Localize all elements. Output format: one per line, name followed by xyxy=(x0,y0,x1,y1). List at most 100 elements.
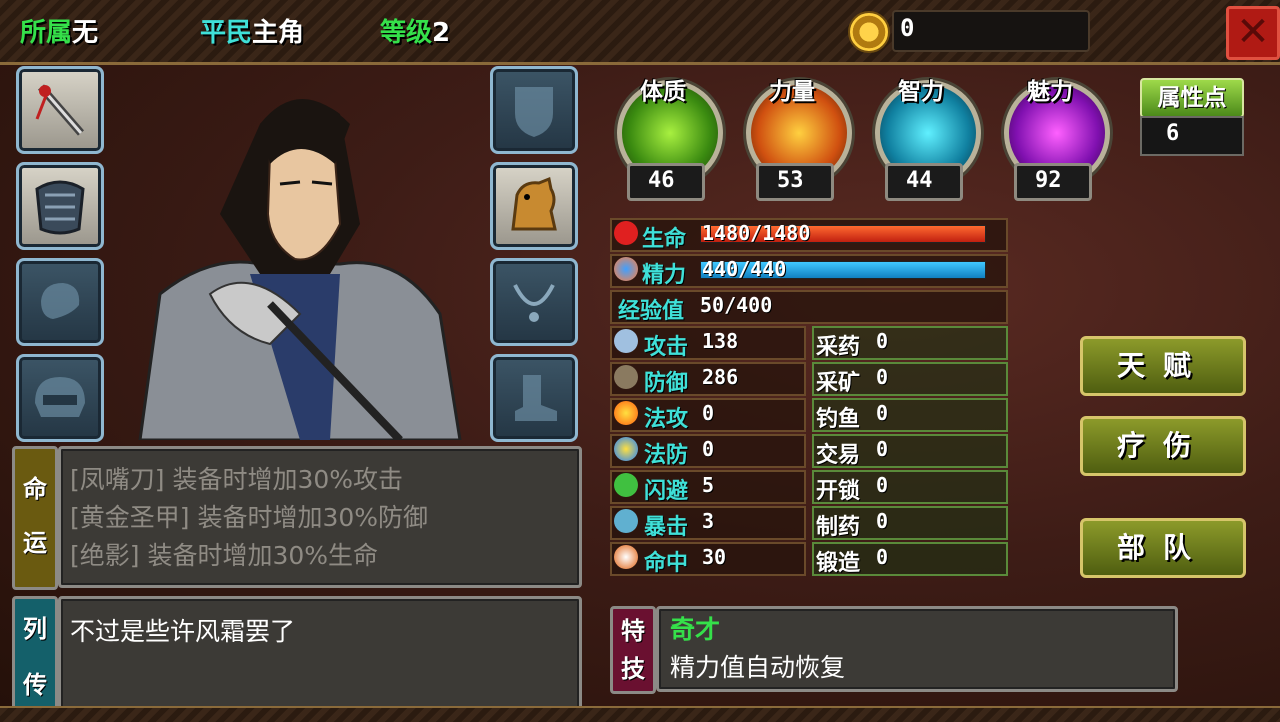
fate-line: [凤嘴刀] 装备时增加30%攻击 xyxy=(70,465,404,494)
fate-tag: 命 运 xyxy=(12,446,58,590)
forging-value: 0 xyxy=(876,545,889,569)
magic-attack-label: 法攻 xyxy=(644,407,689,432)
forging-label: 锻造 xyxy=(816,551,861,576)
alchemy-label: 制药 xyxy=(816,515,861,540)
level-label: 等级 xyxy=(380,18,433,48)
attack-value: 138 xyxy=(702,329,739,353)
hit-value: 30 xyxy=(702,545,727,569)
attribute-points-box xyxy=(1140,116,1244,156)
critical-icon xyxy=(614,509,638,533)
charm-label: 魅力 xyxy=(1027,79,1073,105)
fishing-label: 钓鱼 xyxy=(816,407,861,432)
lockpicking-value: 0 xyxy=(876,473,889,497)
mp-label: 精力 xyxy=(642,263,687,288)
biography-tag-char-1: 列 xyxy=(23,615,47,643)
biography-tag-char-2: 传 xyxy=(23,671,47,699)
attack-icon xyxy=(614,329,638,353)
boot-icon xyxy=(515,375,557,421)
fate-tag-char-2: 运 xyxy=(23,529,47,557)
intelligence-label: 智力 xyxy=(898,79,944,105)
constitution-value: 46 xyxy=(648,168,675,193)
fate-line: [黄金圣甲] 装备时增加30%防御 xyxy=(70,503,429,532)
faction-label: 所属 xyxy=(20,18,73,48)
talent-button[interactable]: 天赋 xyxy=(1080,336,1246,396)
magic-defense-label: 法防 xyxy=(644,443,689,468)
specialty-tag-char-1: 特 xyxy=(621,617,645,645)
magic-attack-value: 0 xyxy=(702,401,715,425)
shield-slot[interactable] xyxy=(490,66,578,154)
close-button[interactable]: ✕ xyxy=(1226,6,1280,60)
herbalism-label: 采药 xyxy=(816,335,861,360)
identity-label: 平民 xyxy=(200,18,253,48)
level-value: 2 xyxy=(432,18,451,48)
attack-label: 攻击 xyxy=(644,335,689,360)
defense-icon xyxy=(614,365,638,389)
specialty-title: 奇才 xyxy=(670,615,721,644)
mining-value: 0 xyxy=(876,365,889,389)
critical-value: 3 xyxy=(702,509,715,533)
coin-box xyxy=(892,10,1090,52)
fate-line: [绝影] 装备时增加30%生命 xyxy=(70,541,379,570)
cloak-icon xyxy=(41,283,80,319)
helmet-icon xyxy=(35,377,85,417)
lockpicking-label: 开锁 xyxy=(816,479,861,504)
mp-value: 440/440 xyxy=(702,257,787,281)
fishing-value: 0 xyxy=(876,401,889,425)
hp-label: 生命 xyxy=(642,227,687,252)
heart-icon xyxy=(614,221,638,245)
alchemy-value: 0 xyxy=(876,509,889,533)
cloak-slot[interactable] xyxy=(16,258,104,346)
faction-info: 所属无 xyxy=(20,12,98,49)
sword-icon xyxy=(35,84,85,136)
level-info: 等级2 xyxy=(380,12,450,49)
specialty-tag-char-2: 技 xyxy=(621,655,645,683)
fate-tag-char-1: 命 xyxy=(23,475,47,503)
herbalism-value: 0 xyxy=(876,329,889,353)
magic-defense-icon xyxy=(614,437,638,461)
boots-slot[interactable] xyxy=(490,354,578,442)
trading-label: 交易 xyxy=(816,443,861,468)
specialty-description: 精力值自动恢复 xyxy=(670,653,846,682)
charm-value: 92 xyxy=(1035,168,1062,193)
biography-text: 不过是些许风霜罢了 xyxy=(70,617,296,646)
armor-slot[interactable] xyxy=(16,162,104,250)
dodge-label: 闪避 xyxy=(644,479,689,504)
faction-value: 无 xyxy=(72,18,99,48)
critical-label: 暴击 xyxy=(644,515,689,540)
energy-icon xyxy=(614,257,638,281)
magic-attack-icon xyxy=(614,401,638,425)
attribute-points-button[interactable]: 属性点 xyxy=(1140,78,1244,118)
armor-icon xyxy=(35,180,85,235)
troops-button[interactable]: 部队 xyxy=(1080,518,1246,578)
dodge-icon xyxy=(614,473,638,497)
attribute-points-value: 6 xyxy=(1166,121,1180,146)
heal-button[interactable]: 疗伤 xyxy=(1080,416,1246,476)
exp-label: 经验值 xyxy=(618,299,685,324)
mount-slot[interactable] xyxy=(490,162,578,250)
defense-label: 防御 xyxy=(644,371,689,396)
horse-icon xyxy=(511,176,557,231)
necklace-icon xyxy=(513,284,555,322)
trading-value: 0 xyxy=(876,437,889,461)
identity-info: 平民主角 xyxy=(200,12,304,49)
helmet-slot[interactable] xyxy=(16,354,104,442)
constitution-label: 体质 xyxy=(640,79,686,105)
dodge-value: 5 xyxy=(702,473,715,497)
biography-tag: 列 传 xyxy=(12,596,58,718)
strength-label: 力量 xyxy=(769,79,815,105)
mining-label: 采矿 xyxy=(816,371,861,396)
defense-value: 286 xyxy=(702,365,739,389)
specialty-tag: 特 技 xyxy=(610,606,656,694)
necklace-slot[interactable] xyxy=(490,258,578,346)
strength-value: 53 xyxy=(777,168,804,193)
hp-value: 1480/1480 xyxy=(702,221,811,245)
close-x-icon: ✕ xyxy=(1236,9,1270,55)
magic-defense-value: 0 xyxy=(702,437,715,461)
coin-value: 0 xyxy=(900,14,915,42)
hero-portrait xyxy=(138,99,462,440)
identity-value: 主角 xyxy=(252,18,305,48)
hit-icon xyxy=(614,545,638,569)
coin-icon xyxy=(848,11,890,53)
intelligence-value: 44 xyxy=(906,168,933,193)
weapon-slot[interactable] xyxy=(16,66,104,154)
